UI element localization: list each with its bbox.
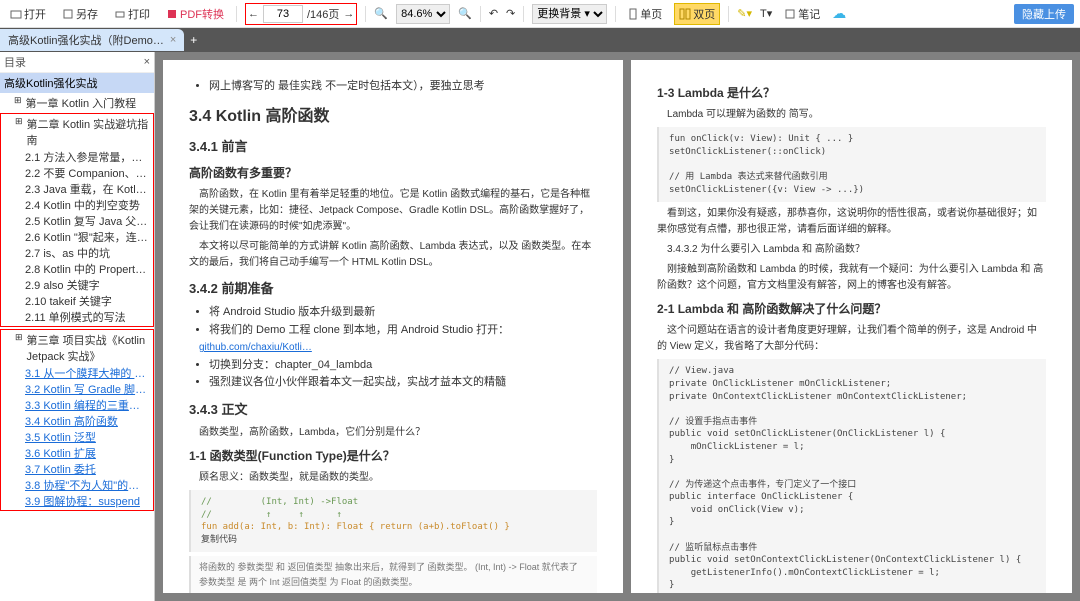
page-nav-box: ← /146页 →: [245, 3, 357, 25]
pdf-convert-button[interactable]: PDF转换: [162, 4, 228, 24]
content-viewer: 网上博客写的 最佳实践 不一定时包括本文），要独立思考 3.4 Kotlin 高…: [155, 52, 1080, 601]
para: 看到这，如果你没有疑惑，那恭喜你，这说明你的悟性很高，或者说你基础很好；如果你感…: [657, 206, 1046, 238]
toc-item[interactable]: 3.3 Kotlin 编程的三重境界: [1, 398, 153, 414]
sidebar-header: 目录 ×: [0, 52, 154, 73]
heading-3-4-1: 3.4.1 前言: [189, 137, 597, 158]
tab-close-icon[interactable]: ×: [170, 34, 176, 46]
page-total-label: /146页: [307, 6, 339, 22]
sidebar-close-icon[interactable]: ×: [144, 56, 150, 68]
toc-item[interactable]: 2.3 Java 重载，在 Kotlin 中怎么巧妙过…: [1, 182, 153, 198]
toc-item[interactable]: 2.2 不要 Companion、INSTANCE?: [1, 166, 153, 182]
code-block-r2: // View.java private OnClickListener mOn…: [657, 359, 1046, 593]
zoom-select[interactable]: 84.6%: [396, 4, 450, 24]
toc-item[interactable]: 3.9 图解协程：suspend: [1, 494, 153, 510]
list-item: 将我们的 Demo 工程 clone 到本地，用 Android Studio …: [209, 322, 597, 340]
zoom-out-icon[interactable]: 🔍: [374, 7, 388, 20]
toc-root[interactable]: 高级Kotlin强化实战: [0, 73, 154, 93]
next-page-button[interactable]: →: [343, 8, 354, 20]
page-right: 1-3 Lambda 是什么？ Lambda 可以理解为函数的 简写。 fun …: [631, 60, 1072, 593]
tab-bar: 高级Kotlin强化实战（附Demo… × +: [0, 28, 1080, 52]
toc-item[interactable]: 2.10 takeif 关键字: [1, 294, 153, 310]
open-button[interactable]: 打开: [6, 4, 50, 24]
toc-chapter-3-box: 第三章 项目实战《Kotlin Jetpack 实战》 3.1 从一个膜拜大神的…: [0, 329, 154, 511]
note-button[interactable]: 笔记: [780, 4, 824, 24]
subhead-1: 高阶函数有多重要？: [189, 164, 597, 183]
tab-title: 高级Kotlin强化实战（附Demo…: [8, 32, 164, 48]
toc-chapter-2[interactable]: 第二章 Kotlin 实战避坑指南: [1, 114, 153, 150]
subhead-1-1: 1-1 函数类型(Function Type)是什么？: [189, 447, 597, 466]
toc-chapter-1[interactable]: 第一章 Kotlin 入门教程: [0, 93, 154, 113]
bg-select[interactable]: 更换背景 ▾: [532, 4, 607, 24]
page-left: 网上博客写的 最佳实践 不一定时包括本文），要独立思考 3.4 Kotlin 高…: [163, 60, 623, 593]
tab-add-icon[interactable]: +: [190, 33, 197, 47]
list-item: 强烈建议各位小伙伴跟着本文一起实战，实战才益本文的精髓: [209, 374, 597, 392]
github-link[interactable]: github.com/chaxiu/Kotli…: [199, 342, 312, 353]
single-page-button[interactable]: 单页: [624, 4, 666, 24]
toc: 高级Kotlin强化实战 第一章 Kotlin 入门教程 第二章 Kotlin …: [0, 73, 154, 593]
text-tool-icon[interactable]: T▾: [760, 7, 772, 20]
top-note: 网上博客写的 最佳实践 不一定时包括本文），要独立思考: [209, 78, 597, 96]
code-block-r1: fun onClick(v: View): Unit { ... } setOn…: [657, 127, 1046, 202]
toc-chapter-2-box: 第二章 Kotlin 实战避坑指南 2.1 方法入参是常量，不可修改2.2 不要…: [0, 113, 154, 327]
para: 这个问题站在语言的设计者角度更好理解，让我们看个简单的例子，这是 Android…: [657, 323, 1046, 355]
sidebar-title: 目录: [4, 54, 26, 70]
list-item: 切换到分支：chapter_04_lambda: [209, 357, 597, 375]
subhead-2-1: 2-1 Lambda 和 高阶函数解决了什么问题？: [657, 300, 1046, 319]
toc-item[interactable]: 2.6 Kotlin "狠"起来，连TODO都不放过！: [1, 230, 153, 246]
toc-item[interactable]: 2.1 方法入参是常量，不可修改: [1, 150, 153, 166]
dual-page-button[interactable]: 双页: [674, 3, 720, 25]
upload-hide-button[interactable]: 隐藏上传: [1014, 4, 1074, 24]
cloud-icon[interactable]: ☁: [832, 5, 846, 22]
toc-item[interactable]: 2.4 Kotlin 中的判空变势: [1, 198, 153, 214]
toc-item[interactable]: 3.1 从一个膜拜大神的 Demo 开始: [1, 366, 153, 382]
subhead-1-3: 1-3 Lambda 是什么？: [657, 84, 1046, 103]
toc-item[interactable]: 2.8 Kotlin 中的 Property 的理解: [1, 262, 153, 278]
print-button[interactable]: 打印: [110, 4, 154, 24]
main-area: 目录 × 高级Kotlin强化实战 第一章 Kotlin 入门教程 第二章 Ko…: [0, 52, 1080, 601]
heading-3-4-3: 3.4.3 正文: [189, 400, 597, 421]
heading-3-4: 3.4 Kotlin 高阶函数: [189, 104, 597, 130]
toc-item[interactable]: 2.11 单例模式的写法: [1, 310, 153, 326]
toc-chapter-3[interactable]: 第三章 项目实战《Kotlin Jetpack 实战》: [1, 330, 153, 366]
page-input[interactable]: [263, 5, 303, 23]
toc-item[interactable]: 2.7 is、as 中的坑: [1, 246, 153, 262]
para: 函数类型，高阶函数，Lambda，它们分别是什么？: [189, 425, 597, 441]
toc-item[interactable]: 3.7 Kotlin 委托: [1, 462, 153, 478]
rotate-left-icon[interactable]: ↶: [489, 7, 498, 20]
toc-item[interactable]: 3.2 Kotlin 写 Gradle 脚本是一种什么体: [1, 382, 153, 398]
para: 高阶函数，在 Kotlin 里有着举足轻重的地位。它是 Kotlin 函数式编程…: [189, 187, 597, 235]
para: 本文将以尽可能简单的方式讲解 Kotlin 高阶函数、Lambda 表达式，以及…: [189, 239, 597, 271]
save-button[interactable]: 另存: [58, 4, 102, 24]
list-item: 将 Android Studio 版本升级到最新: [209, 304, 597, 322]
toolbar: 打开 另存 打印 PDF转换 ← /146页 → 🔍 84.6% 🔍 ↶ ↷ 更…: [0, 0, 1080, 28]
para: 顾名思义：函数类型，就是函数的类型。: [189, 470, 597, 486]
para: 刚接触到高阶函数和 Lambda 的时候，我就有一个疑问：为什么要引入 Lamb…: [657, 262, 1046, 294]
toc-item[interactable]: 3.4 Kotlin 高阶函数: [1, 414, 153, 430]
toc-item[interactable]: 2.9 also 关键字: [1, 278, 153, 294]
quote-block: 将函数的 参数类型 和 返回值类型 抽象出来后，就得到了 函数类型。 (Int,…: [189, 556, 597, 593]
rotate-right-icon[interactable]: ↷: [506, 7, 515, 20]
code-block-1: // (Int, Int) ->Float // ↑ ↑ ↑ fun add(a…: [189, 490, 597, 552]
sidebar: 目录 × 高级Kotlin强化实战 第一章 Kotlin 入门教程 第二章 Ko…: [0, 52, 155, 601]
highlight-tool-icon[interactable]: ✎▾: [737, 7, 752, 20]
heading-3-4-2: 3.4.2 前期准备: [189, 279, 597, 300]
toc-item[interactable]: 2.5 Kotlin 复写 Java 父类中的方法: [1, 214, 153, 230]
tab-document[interactable]: 高级Kotlin强化实战（附Demo… ×: [0, 29, 184, 51]
para: Lambda 可以理解为函数的 简写。: [657, 107, 1046, 123]
zoom-in-icon[interactable]: 🔍: [458, 7, 472, 20]
toc-item[interactable]: 3.6 Kotlin 扩展: [1, 446, 153, 462]
para: 3.4.3.2 为什么要引入 Lambda 和 高阶函数？: [657, 242, 1046, 258]
toc-item[interactable]: 3.5 Kotlin 泛型: [1, 430, 153, 446]
toc-item[interactable]: 3.8 协程"不为人知"的调试技巧: [1, 478, 153, 494]
prev-page-button[interactable]: ←: [248, 8, 259, 20]
